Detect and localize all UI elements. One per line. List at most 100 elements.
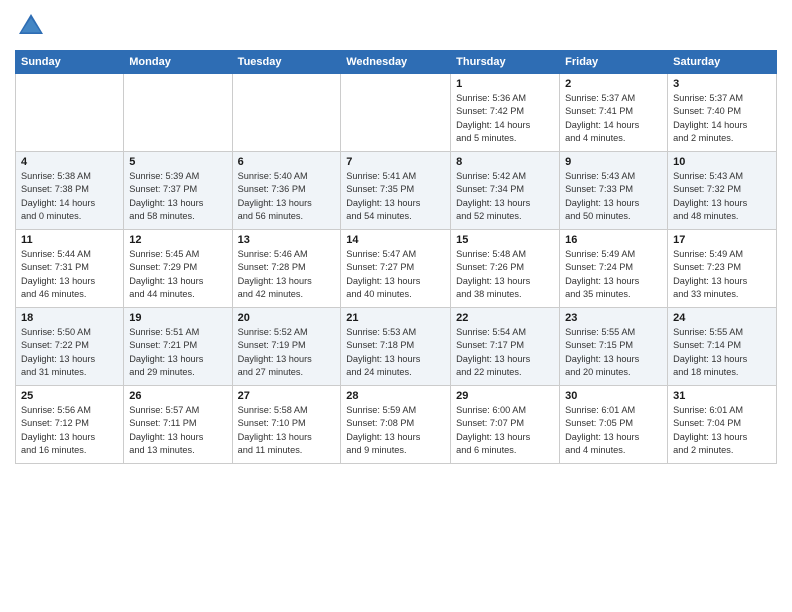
day-cell: 9 Sunrise: 5:43 AMSunset: 7:33 PMDaylight… <box>560 152 668 230</box>
day-info: Sunrise: 6:01 AMSunset: 7:04 PMDaylight:… <box>673 404 771 457</box>
day-info: Sunrise: 5:42 AMSunset: 7:34 PMDaylight:… <box>456 170 554 223</box>
day-info: Sunrise: 5:43 AMSunset: 7:32 PMDaylight:… <box>673 170 771 223</box>
day-info: Sunrise: 5:51 AMSunset: 7:21 PMDaylight:… <box>129 326 226 379</box>
day-info: Sunrise: 5:37 AMSunset: 7:41 PMDaylight:… <box>565 92 662 145</box>
day-info: Sunrise: 5:58 AMSunset: 7:10 PMDaylight:… <box>238 404 336 457</box>
day-cell: 11Sunrise: 5:44 AMSunset: 7:31 PMDayligh… <box>16 230 124 308</box>
calendar-table: SundayMondayTuesdayWednesdayThursdayFrid… <box>15 50 777 464</box>
logo <box>15 10 51 42</box>
day-number: 18 <box>21 312 118 324</box>
day-info: Sunrise: 5:37 AMSunset: 7:40 PMDaylight:… <box>673 92 771 145</box>
day-cell: 25 Sunrise: 5:56 AMSunset: 7:12 PMDayligh… <box>16 386 124 464</box>
day-number: 13 <box>238 234 336 246</box>
day-cell: 12Sunrise: 5:45 AMSunset: 7:29 PMDayligh… <box>124 230 232 308</box>
day-info: Sunrise: 5:49 AMSunset: 7:23 PMDaylight:… <box>673 248 771 301</box>
day-cell <box>232 74 341 152</box>
day-cell: 20 Sunrise: 5:52 AMSunset: 7:19 PMDayligh… <box>232 308 341 386</box>
day-cell <box>124 74 232 152</box>
day-info: Sunrise: 5:52 AMSunset: 7:19 PMDaylight:… <box>238 326 336 379</box>
day-cell <box>341 74 451 152</box>
day-number: 8 <box>456 156 554 168</box>
day-cell: 5 Sunrise: 5:39 AMSunset: 7:37 PMDaylight… <box>124 152 232 230</box>
col-header-thursday: Thursday <box>451 51 560 74</box>
day-number: 25 <box>21 390 118 402</box>
day-info: Sunrise: 5:39 AMSunset: 7:37 PMDaylight:… <box>129 170 226 223</box>
col-header-tuesday: Tuesday <box>232 51 341 74</box>
day-number: 17 <box>673 234 771 246</box>
day-cell: 18Sunrise: 5:50 AMSunset: 7:22 PMDayligh… <box>16 308 124 386</box>
day-number: 26 <box>129 390 226 402</box>
day-number: 6 <box>238 156 336 168</box>
day-cell: 31 Sunrise: 6:01 AMSunset: 7:04 PMDayligh… <box>668 386 777 464</box>
day-cell <box>16 74 124 152</box>
day-number: 7 <box>346 156 445 168</box>
day-number: 10 <box>673 156 771 168</box>
day-cell: 14 Sunrise: 5:47 AMSunset: 7:27 PMDayligh… <box>341 230 451 308</box>
day-number: 9 <box>565 156 662 168</box>
day-number: 22 <box>456 312 554 324</box>
day-number: 20 <box>238 312 336 324</box>
day-cell: 24 Sunrise: 5:55 AMSunset: 7:14 PMDayligh… <box>668 308 777 386</box>
col-header-sunday: Sunday <box>16 51 124 74</box>
day-cell: 30Sunrise: 6:01 AMSunset: 7:05 PMDayligh… <box>560 386 668 464</box>
day-info: Sunrise: 5:36 AMSunset: 7:42 PMDaylight:… <box>456 92 554 145</box>
day-info: Sunrise: 5:40 AMSunset: 7:36 PMDaylight:… <box>238 170 336 223</box>
day-info: Sunrise: 5:57 AMSunset: 7:11 PMDaylight:… <box>129 404 226 457</box>
week-row-4: 18Sunrise: 5:50 AMSunset: 7:22 PMDayligh… <box>16 308 777 386</box>
day-number: 4 <box>21 156 118 168</box>
page: SundayMondayTuesdayWednesdayThursdayFrid… <box>0 0 792 474</box>
day-number: 23 <box>565 312 662 324</box>
day-cell: 13 Sunrise: 5:46 AMSunset: 7:28 PMDayligh… <box>232 230 341 308</box>
day-number: 3 <box>673 78 771 90</box>
logo-icon <box>15 10 47 42</box>
day-cell: 6 Sunrise: 5:40 AMSunset: 7:36 PMDaylight… <box>232 152 341 230</box>
day-cell: 2 Sunrise: 5:37 AMSunset: 7:41 PMDaylight… <box>560 74 668 152</box>
day-number: 14 <box>346 234 445 246</box>
day-number: 28 <box>346 390 445 402</box>
day-number: 27 <box>238 390 336 402</box>
day-info: Sunrise: 5:43 AMSunset: 7:33 PMDaylight:… <box>565 170 662 223</box>
day-cell: 10 Sunrise: 5:43 AMSunset: 7:32 PMDayligh… <box>668 152 777 230</box>
day-cell: 16Sunrise: 5:49 AMSunset: 7:24 PMDayligh… <box>560 230 668 308</box>
day-info: Sunrise: 6:00 AMSunset: 7:07 PMDaylight:… <box>456 404 554 457</box>
day-cell: 7 Sunrise: 5:41 AMSunset: 7:35 PMDaylight… <box>341 152 451 230</box>
day-info: Sunrise: 5:53 AMSunset: 7:18 PMDaylight:… <box>346 326 445 379</box>
week-row-5: 25 Sunrise: 5:56 AMSunset: 7:12 PMDayligh… <box>16 386 777 464</box>
day-cell: 23 Sunrise: 5:55 AMSunset: 7:15 PMDayligh… <box>560 308 668 386</box>
day-number: 2 <box>565 78 662 90</box>
day-cell: 8 Sunrise: 5:42 AMSunset: 7:34 PMDaylight… <box>451 152 560 230</box>
col-header-friday: Friday <box>560 51 668 74</box>
day-number: 31 <box>673 390 771 402</box>
col-header-saturday: Saturday <box>668 51 777 74</box>
day-cell: 26 Sunrise: 5:57 AMSunset: 7:11 PMDayligh… <box>124 386 232 464</box>
day-cell: 1Sunrise: 5:36 AMSunset: 7:42 PMDaylight… <box>451 74 560 152</box>
day-number: 16 <box>565 234 662 246</box>
day-cell: 21 Sunrise: 5:53 AMSunset: 7:18 PMDayligh… <box>341 308 451 386</box>
col-header-wednesday: Wednesday <box>341 51 451 74</box>
header <box>15 10 777 42</box>
day-info: Sunrise: 5:44 AMSunset: 7:31 PMDaylight:… <box>21 248 118 301</box>
day-number: 29 <box>456 390 554 402</box>
day-cell: 17 Sunrise: 5:49 AMSunset: 7:23 PMDayligh… <box>668 230 777 308</box>
day-number: 24 <box>673 312 771 324</box>
day-info: Sunrise: 6:01 AMSunset: 7:05 PMDaylight:… <box>565 404 662 457</box>
day-info: Sunrise: 5:55 AMSunset: 7:15 PMDaylight:… <box>565 326 662 379</box>
day-info: Sunrise: 5:56 AMSunset: 7:12 PMDaylight:… <box>21 404 118 457</box>
day-number: 5 <box>129 156 226 168</box>
day-info: Sunrise: 5:47 AMSunset: 7:27 PMDaylight:… <box>346 248 445 301</box>
day-info: Sunrise: 5:46 AMSunset: 7:28 PMDaylight:… <box>238 248 336 301</box>
col-header-monday: Monday <box>124 51 232 74</box>
day-info: Sunrise: 5:48 AMSunset: 7:26 PMDaylight:… <box>456 248 554 301</box>
day-info: Sunrise: 5:45 AMSunset: 7:29 PMDaylight:… <box>129 248 226 301</box>
day-cell: 28Sunrise: 5:59 AMSunset: 7:08 PMDayligh… <box>341 386 451 464</box>
week-row-1: 1Sunrise: 5:36 AMSunset: 7:42 PMDaylight… <box>16 74 777 152</box>
day-number: 19 <box>129 312 226 324</box>
day-number: 21 <box>346 312 445 324</box>
day-cell: 19 Sunrise: 5:51 AMSunset: 7:21 PMDayligh… <box>124 308 232 386</box>
day-info: Sunrise: 5:55 AMSunset: 7:14 PMDaylight:… <box>673 326 771 379</box>
day-info: Sunrise: 5:41 AMSunset: 7:35 PMDaylight:… <box>346 170 445 223</box>
day-cell: 22Sunrise: 5:54 AMSunset: 7:17 PMDayligh… <box>451 308 560 386</box>
day-cell: 4Sunrise: 5:38 AMSunset: 7:38 PMDaylight… <box>16 152 124 230</box>
day-cell: 3 Sunrise: 5:37 AMSunset: 7:40 PMDaylight… <box>668 74 777 152</box>
day-number: 15 <box>456 234 554 246</box>
